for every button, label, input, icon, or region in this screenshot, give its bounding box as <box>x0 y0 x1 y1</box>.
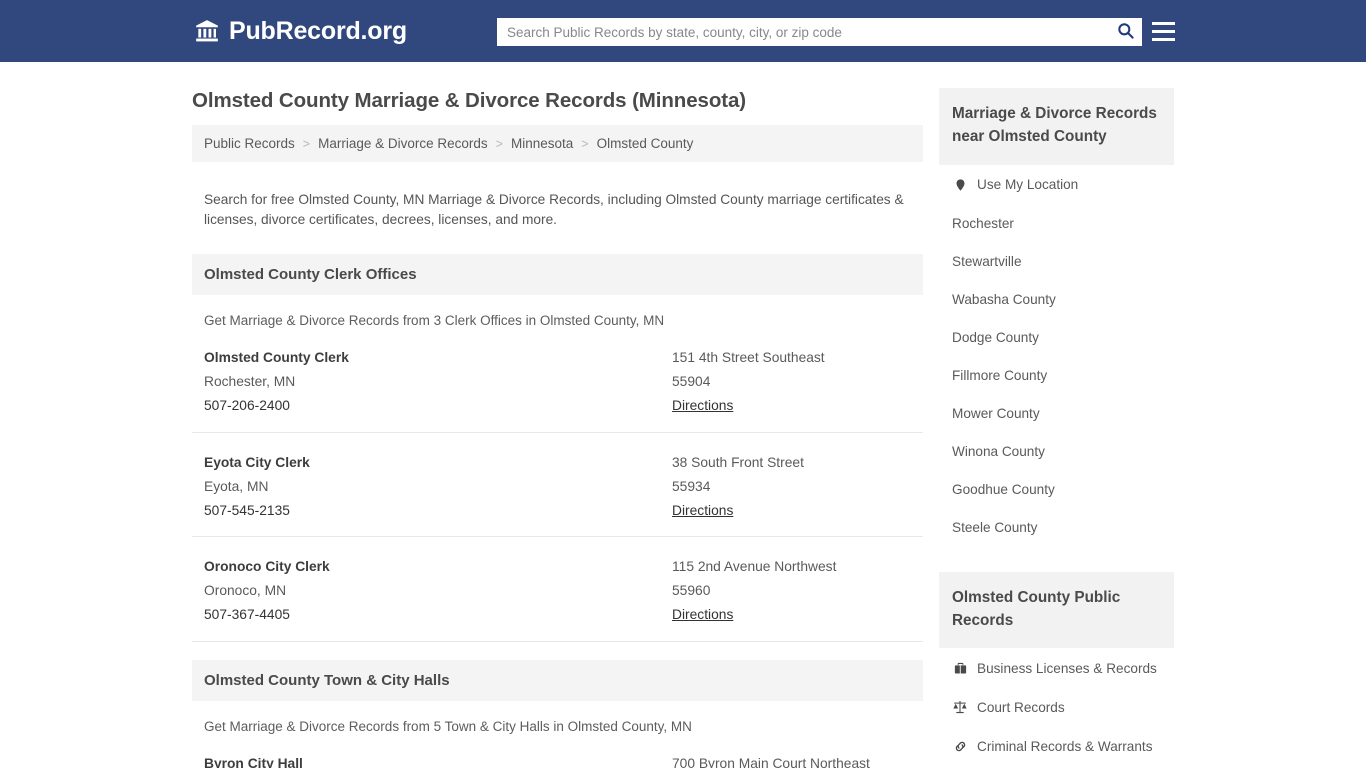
directions-link[interactable]: Directions <box>672 607 733 622</box>
office-phone: 507-545-2135 <box>204 502 290 518</box>
office-zip: 55904 <box>672 374 711 390</box>
sidebar-item-stewartville[interactable]: Stewartville <box>939 242 1174 280</box>
office-right-column: 38 South Front Street 55934 Directions <box>672 451 911 523</box>
office-name[interactable]: Olmsted County Clerk <box>204 346 672 370</box>
site-header: PubRecord.org <box>0 0 1366 62</box>
table-row: Eyota City Clerk Eyota, MN 507-545-2135 … <box>192 433 923 538</box>
office-street: 115 2nd Avenue Northwest <box>672 559 837 575</box>
office-right-column: 115 2nd Avenue Northwest 55960 Direction… <box>672 555 911 627</box>
sidebar-item-wabasha-county[interactable]: Wabasha County <box>939 280 1174 318</box>
sidebar-item-mower-county[interactable]: Mower County <box>939 394 1174 432</box>
scales-balance-icon <box>952 699 968 715</box>
sidebar-item-label: Winona County <box>952 443 1045 459</box>
sidebar-item-dodge-county[interactable]: Dodge County <box>939 318 1174 356</box>
sidebar-heading-public-records: Olmsted County Public Records <box>939 571 1174 648</box>
main-content: Olmsted County Marriage & Divorce Record… <box>192 62 923 768</box>
sidebar-item-label: Stewartville <box>952 253 1022 269</box>
office-phone: 507-367-4405 <box>204 607 290 623</box>
office-zip: 55960 <box>672 583 711 599</box>
sidebar-item-label: Mower County <box>952 405 1040 421</box>
office-street: 151 4th Street Southeast <box>672 350 825 366</box>
bank-building-icon <box>194 18 220 44</box>
sidebar-item-label: Wabasha County <box>952 291 1056 307</box>
sidebar-item-label: Criminal Records & Warrants <box>977 738 1153 754</box>
office-left-column: Byron City Hall Byron, MN <box>204 752 672 768</box>
sidebar-item-label: Rochester <box>952 215 1014 231</box>
page-intro-text: Search for free Olmsted County, MN Marri… <box>204 191 904 227</box>
search-input[interactable] <box>497 18 1108 46</box>
table-row: Oronoco City Clerk Oronoco, MN 507-367-4… <box>192 537 923 642</box>
hamburger-menu-icon[interactable] <box>1152 20 1175 43</box>
sidebar-item-criminal-records[interactable]: Criminal Records & Warrants <box>939 726 1174 765</box>
sidebar-item-winona-county[interactable]: Winona County <box>939 432 1174 470</box>
office-street: 700 Byron Main Court Northeast <box>672 755 870 768</box>
sidebar-item-goodhue-county[interactable]: Goodhue County <box>939 470 1174 508</box>
section-subheading-clerk-offices: Get Marriage & Divorce Records from 3 Cl… <box>204 313 665 329</box>
office-left-column: Oronoco City Clerk Oronoco, MN 507-367-4… <box>204 555 672 627</box>
office-city-state: Eyota, MN <box>204 478 269 494</box>
sidebar-item-label: Dodge County <box>952 329 1039 345</box>
brand-name: PubRecord.org <box>229 16 407 45</box>
sidebar-nearby-list: Use My Location Rochester Stewartville W… <box>939 165 1174 546</box>
breadcrumb-item-2[interactable]: Minnesota <box>511 136 573 151</box>
sidebar-item-label: Business Licenses & Records <box>977 660 1157 676</box>
sidebar-item-court-records[interactable]: Court Records <box>939 687 1174 726</box>
map-pin-icon <box>952 177 968 193</box>
sidebar-item-fillmore-county[interactable]: Fillmore County <box>939 356 1174 394</box>
sidebar-heading-nearby: Marriage & Divorce Records near Olmsted … <box>939 88 1174 165</box>
breadcrumb-item-3[interactable]: Olmsted County <box>597 136 694 151</box>
sidebar-item-rochester[interactable]: Rochester <box>939 204 1174 242</box>
office-phone: 507-206-2400 <box>204 397 290 413</box>
breadcrumb-separator: > <box>495 136 503 151</box>
office-name[interactable]: Oronoco City Clerk <box>204 555 672 579</box>
page-body: Olmsted County Marriage & Divorce Record… <box>0 62 1366 768</box>
sidebar-item-label: Goodhue County <box>952 481 1055 497</box>
directions-link[interactable]: Directions <box>672 503 733 518</box>
page-title: Olmsted County Marriage & Divorce Record… <box>192 89 747 112</box>
sidebar-public-records-list: Business Licenses & Records Court Record… <box>939 648 1174 765</box>
breadcrumb-separator: > <box>302 136 311 151</box>
office-right-column: 151 4th Street Southeast 55904 Direction… <box>672 346 911 418</box>
office-left-column: Olmsted County Clerk Rochester, MN 507-2… <box>204 346 672 418</box>
section-subheading-town-city-halls: Get Marriage & Divorce Records from 5 To… <box>204 718 692 734</box>
section-heading-clerk-offices: Olmsted County Clerk Offices <box>192 254 923 296</box>
briefcase-icon <box>952 660 968 676</box>
breadcrumb-item-0[interactable]: Public Records <box>204 136 295 151</box>
table-row: Byron City Hall Byron, MN 700 Byron Main… <box>192 734 923 768</box>
site-logo-link[interactable]: PubRecord.org <box>194 17 407 46</box>
table-row: Olmsted County Clerk Rochester, MN 507-2… <box>192 328 923 433</box>
sidebar-item-label: Fillmore County <box>952 367 1048 383</box>
search-button[interactable] <box>1108 18 1142 46</box>
sidebar-item-label: Steele County <box>952 519 1038 535</box>
section-heading-town-city-halls: Olmsted County Town & City Halls <box>192 659 923 701</box>
search-bar[interactable] <box>497 18 1142 46</box>
breadcrumb-item-1[interactable]: Marriage & Divorce Records <box>318 136 488 151</box>
office-left-column: Eyota City Clerk Eyota, MN 507-545-2135 <box>204 451 672 523</box>
directions-link[interactable]: Directions <box>672 398 733 413</box>
search-icon <box>1116 21 1135 43</box>
sidebar-item-label: Use My Location <box>977 177 1079 192</box>
breadcrumb: Public Records > Marriage & Divorce Reco… <box>192 125 923 162</box>
office-city-state: Rochester, MN <box>204 374 296 390</box>
sidebar-item-label: Court Records <box>977 699 1065 715</box>
sidebar-item-business-licenses[interactable]: Business Licenses & Records <box>939 648 1174 687</box>
office-name[interactable]: Eyota City Clerk <box>204 451 672 475</box>
sidebar: Marriage & Divorce Records near Olmsted … <box>939 62 1174 768</box>
office-zip: 55934 <box>672 478 711 494</box>
office-right-column: 700 Byron Main Court Northeast 55920 Dir… <box>672 752 911 768</box>
office-name[interactable]: Byron City Hall <box>204 752 672 768</box>
office-street: 38 South Front Street <box>672 454 804 470</box>
sidebar-item-steele-county[interactable]: Steele County <box>939 508 1174 546</box>
sidebar-item-use-my-location[interactable]: Use My Location <box>939 165 1174 204</box>
link-chain-icon <box>952 738 968 754</box>
office-city-state: Oronoco, MN <box>204 583 287 599</box>
breadcrumb-separator: > <box>581 136 589 151</box>
